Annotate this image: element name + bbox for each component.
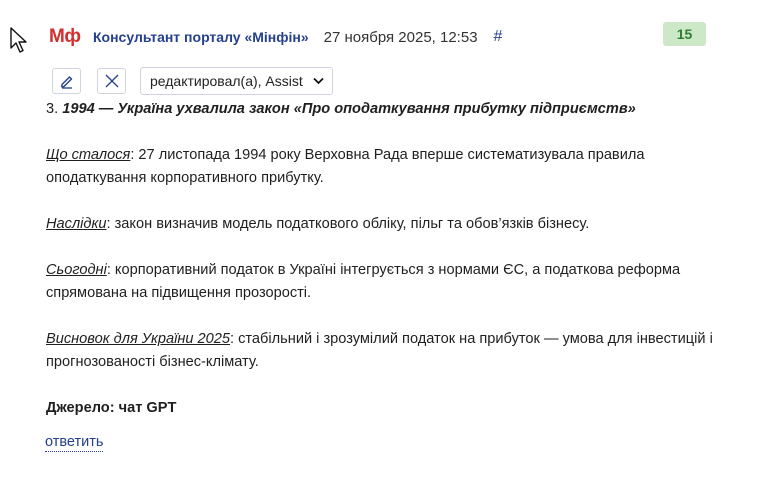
comment-header: Мф Консультант порталу «Мінфін» 27 ноябр…	[49, 24, 502, 50]
comment-body: 3. 1994 — Україна ухвалила закон «Про оп…	[46, 98, 746, 420]
delete-button[interactable]	[97, 68, 126, 94]
rating-badge[interactable]: 15	[663, 22, 706, 46]
headline-title: 1994 — Україна ухвалила закон «Про опода…	[62, 101, 636, 117]
close-icon	[105, 74, 118, 88]
reply-link[interactable]: ответить	[45, 433, 104, 452]
comment-toolbar: редактировал(а), Assist	[52, 67, 333, 95]
section-label: Висновок для України 2025	[46, 331, 230, 347]
edit-history-value: редактировал(а), Assist	[150, 73, 303, 89]
section-today: Сьогодні: корпоративний податок в Україн…	[46, 259, 746, 305]
comment-timestamp: 27 ноября 2025, 12:53	[323, 28, 478, 46]
headline: 3. 1994 — Україна ухвалила закон «Про оп…	[46, 101, 636, 117]
section-label: Що сталося	[46, 147, 131, 163]
source-note: Джерело: чат GPT	[46, 400, 177, 416]
section-label: Сьогодні	[46, 262, 107, 278]
mouse-cursor-icon	[10, 27, 27, 53]
minfin-logo: Мф	[49, 26, 81, 47]
section-text: : корпоративний податок в Україні інтегр…	[46, 262, 681, 301]
pencil-icon	[60, 76, 72, 89]
section-text: : закон визначив модель податкового облі…	[106, 216, 590, 232]
author-name[interactable]: Консультант порталу «Мінфін»	[93, 29, 309, 45]
section-what-happened: Що сталося: 27 листопада 1994 року Верхо…	[46, 144, 746, 190]
edit-button[interactable]	[52, 68, 81, 94]
section-consequences: Наслідки: закон визначив модель податков…	[46, 213, 746, 236]
edit-history-select[interactable]: редактировал(а), Assist	[140, 67, 333, 95]
chevron-down-icon	[313, 77, 324, 85]
comment-card: Мф Консультант порталу «Мінфін» 27 ноябр…	[0, 0, 768, 479]
section-conclusion: Висновок для України 2025: стабільний і …	[46, 328, 746, 374]
permalink-anchor[interactable]: #	[494, 28, 503, 46]
section-label: Наслідки	[46, 216, 107, 232]
section-text: : 27 листопада 1994 року Верховна Рада в…	[46, 147, 645, 186]
